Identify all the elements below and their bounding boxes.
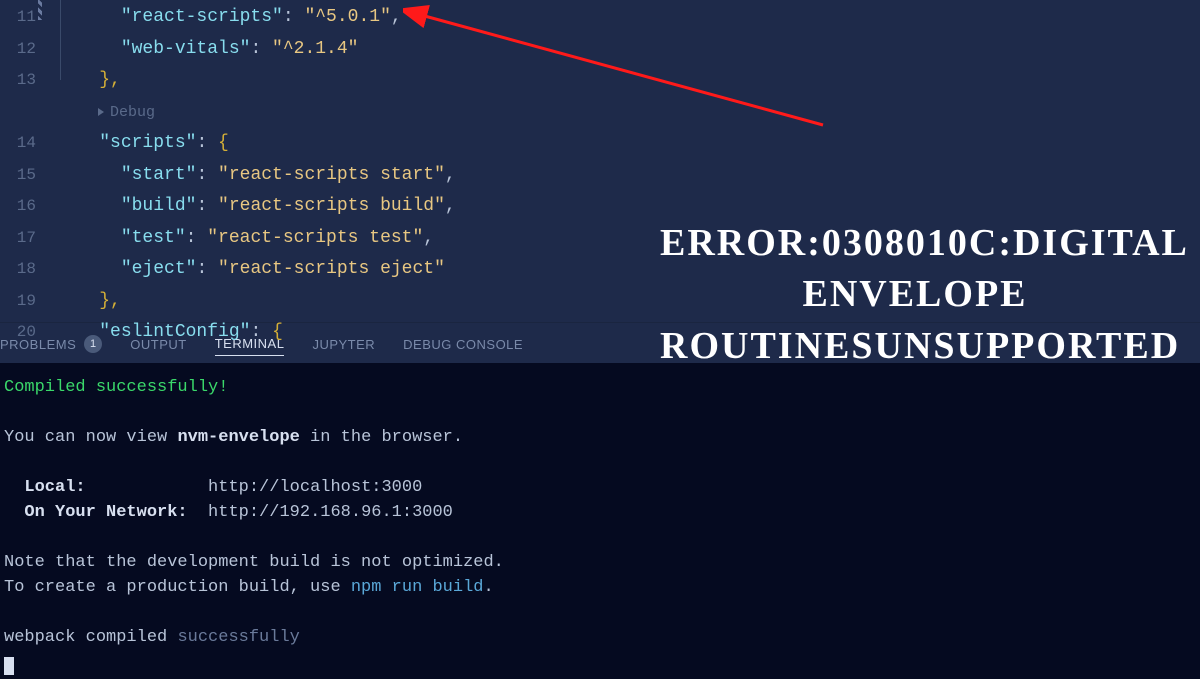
terminal-line: Local: http://localhost:3000 — [4, 475, 1200, 500]
code-line[interactable]: "react-scripts": "^5.0.1", — [56, 2, 1200, 34]
code-line[interactable]: "build": "react-scripts build", — [56, 191, 1200, 223]
terminal-cursor — [4, 657, 14, 675]
line-number: 11 — [0, 2, 56, 34]
code-line[interactable]: }, — [56, 65, 1200, 97]
line-number: 18 — [0, 254, 56, 286]
terminal-line: On Your Network: http://192.168.96.1:300… — [4, 500, 1200, 525]
terminal-cursor-line — [4, 650, 1200, 675]
terminal-line — [4, 400, 1200, 425]
line-number: 14 — [0, 128, 56, 160]
terminal-line: You can now view nvm-envelope in the bro… — [4, 425, 1200, 450]
debug-codelens[interactable]: Debug — [56, 97, 1200, 129]
line-number: 15 — [0, 160, 56, 192]
code-line[interactable]: "eject": "react-scripts eject" — [56, 254, 1200, 286]
play-icon — [98, 108, 104, 116]
gutter-modified-marker — [38, 0, 42, 20]
line-number: 19 — [0, 286, 56, 318]
code-line[interactable]: "test": "react-scripts test", — [56, 223, 1200, 255]
terminal-panel[interactable]: Compiled successfully! You can now view … — [0, 363, 1200, 679]
code-line[interactable]: "scripts": { — [56, 128, 1200, 160]
code-content[interactable]: "react-scripts": "^5.0.1", "web-vitals":… — [56, 0, 1200, 322]
terminal-line — [4, 450, 1200, 475]
line-number: 13 — [0, 65, 56, 97]
code-line[interactable]: "web-vitals": "^2.1.4" — [56, 34, 1200, 66]
editor-pane: 11 12 13 14 15 16 17 18 19 20 "react-scr… — [0, 0, 1200, 322]
terminal-line: webpack compiled successfully — [4, 625, 1200, 650]
line-number-gutter: 11 12 13 14 15 16 17 18 19 20 — [0, 0, 56, 322]
code-line[interactable]: "eslintConfig": { — [56, 317, 1200, 349]
terminal-line — [4, 600, 1200, 625]
code-line[interactable]: }, — [56, 286, 1200, 318]
terminal-line: To create a production build, use npm ru… — [4, 575, 1200, 600]
line-number: 17 — [0, 223, 56, 255]
terminal-line — [4, 525, 1200, 550]
code-line[interactable]: "start": "react-scripts start", — [56, 160, 1200, 192]
line-number: 16 — [0, 191, 56, 223]
terminal-line: Note that the development build is not o… — [4, 550, 1200, 575]
indent-guide — [60, 0, 61, 80]
line-number: 12 — [0, 34, 56, 66]
terminal-line: Compiled successfully! — [4, 375, 1200, 400]
line-number: 20 — [0, 317, 56, 349]
line-number — [0, 97, 56, 129]
